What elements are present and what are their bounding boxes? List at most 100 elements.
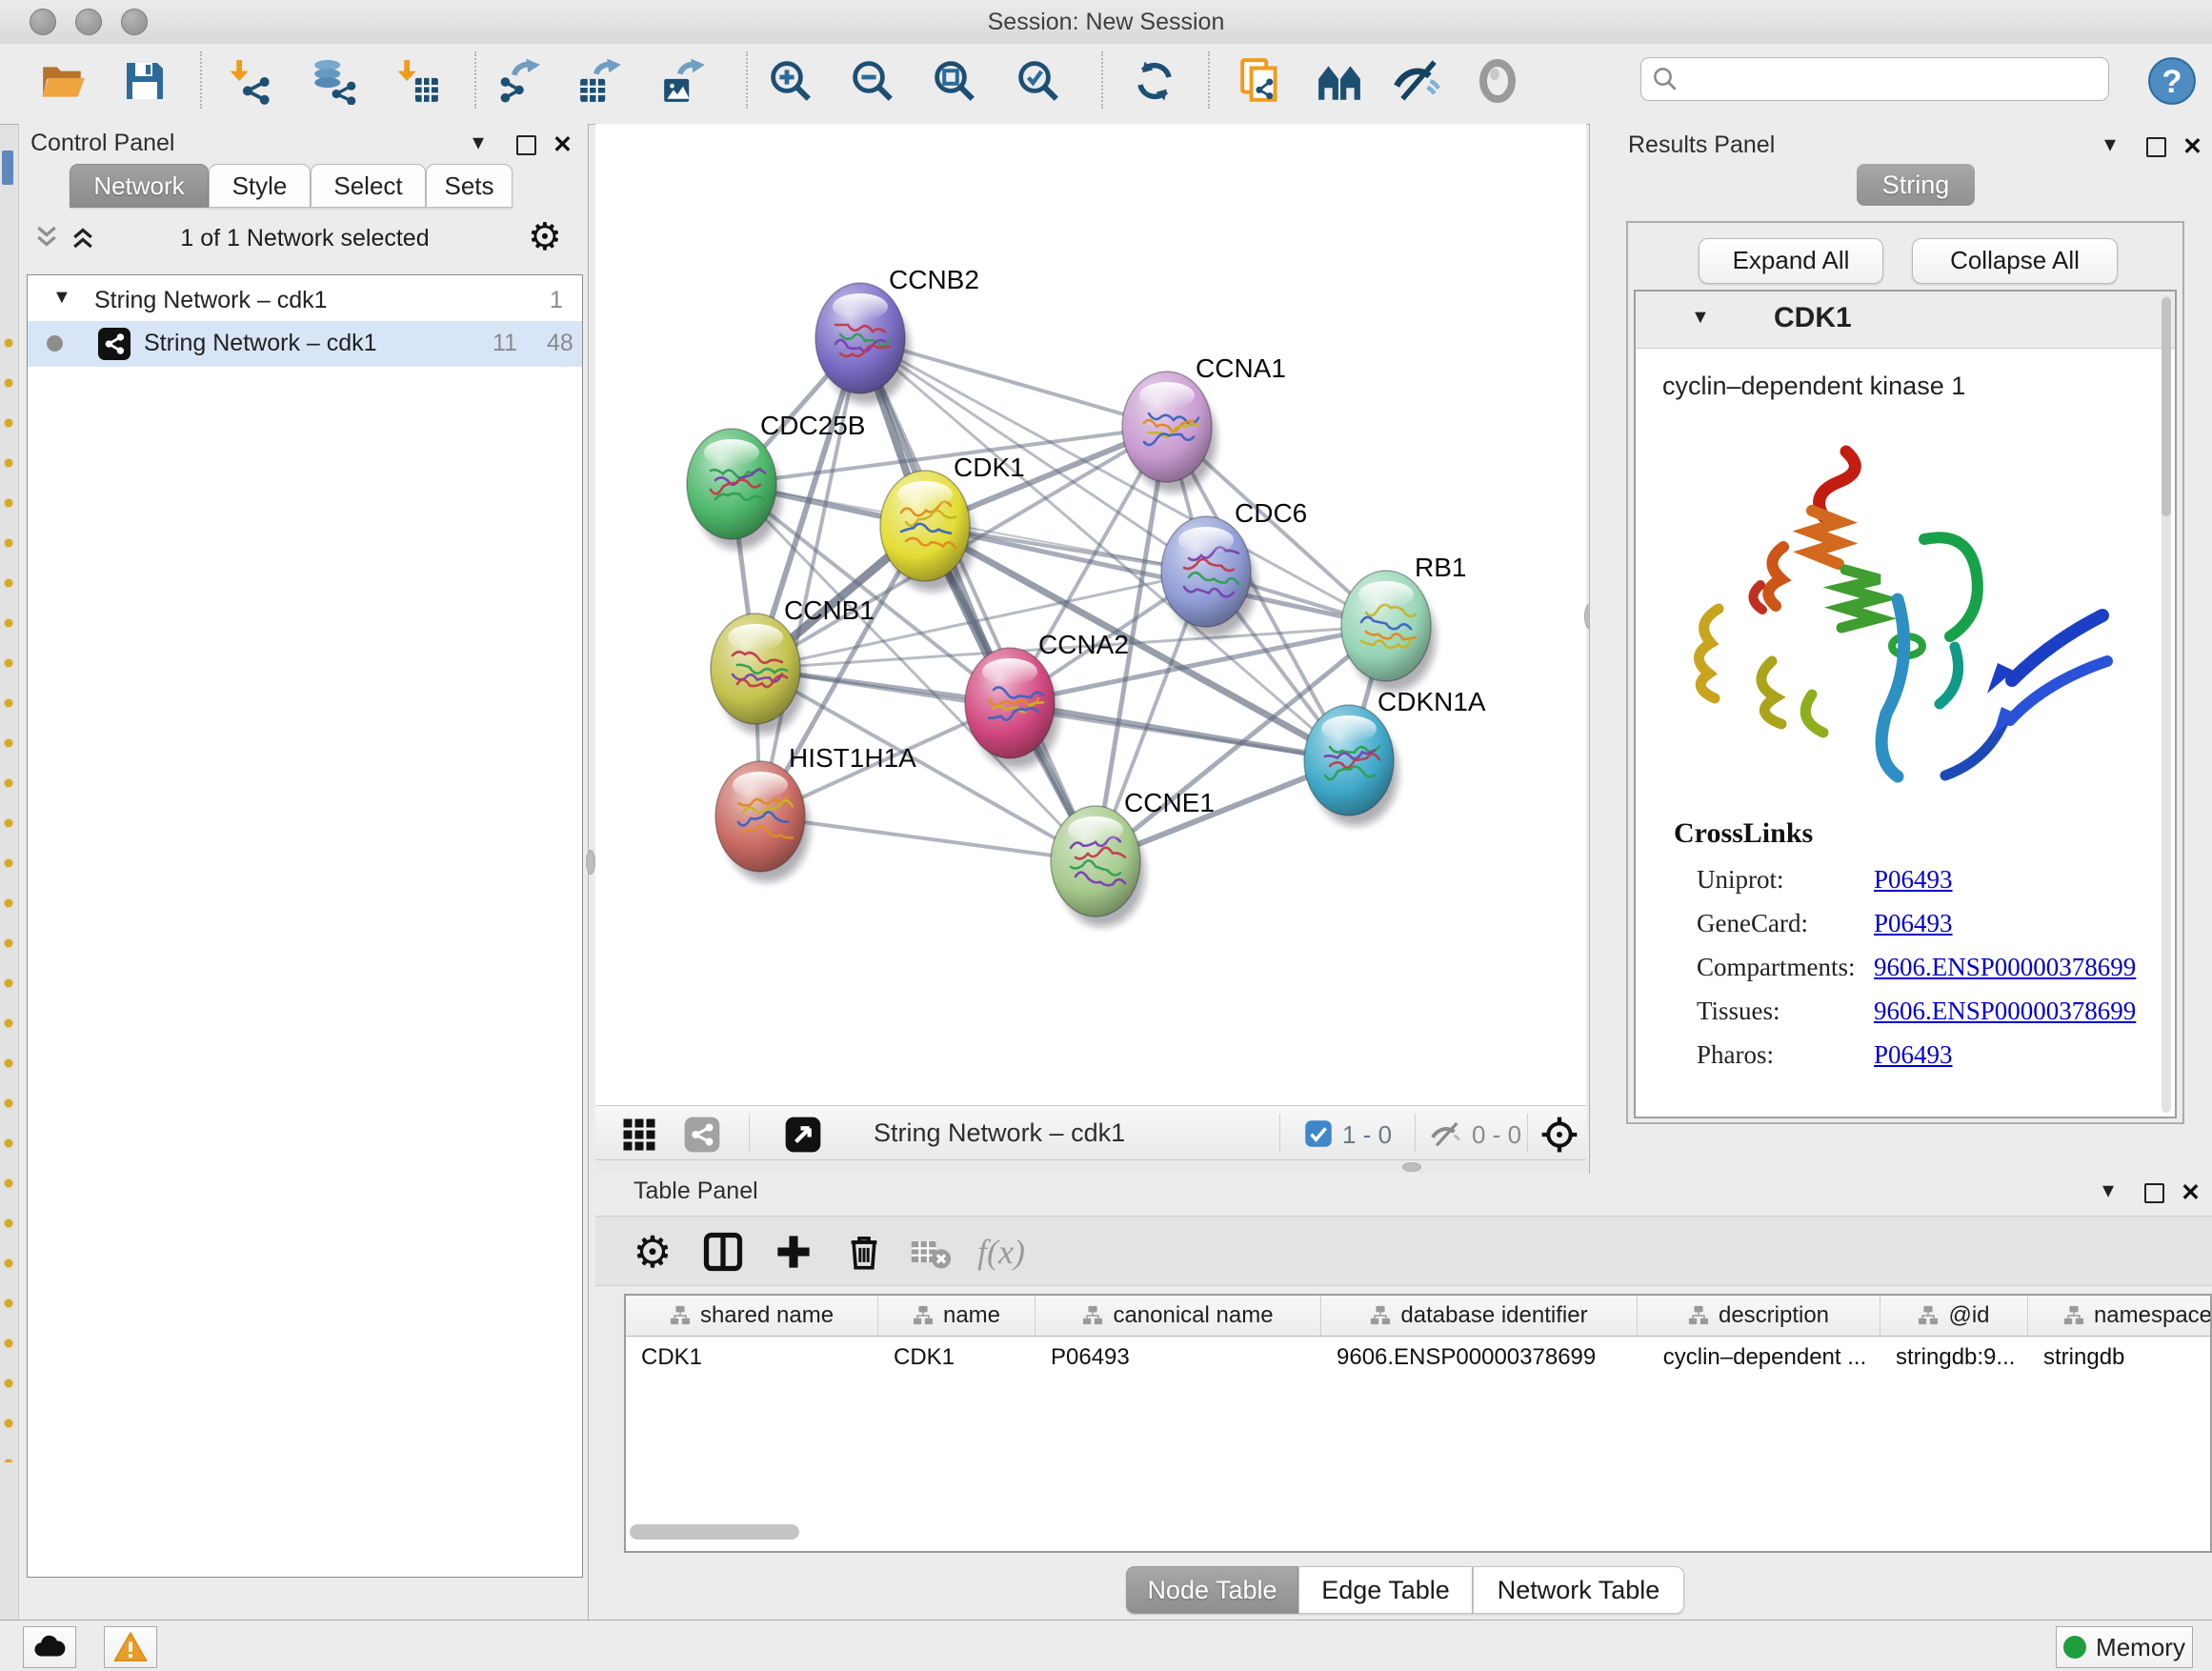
delete-table-button[interactable] xyxy=(902,1224,959,1279)
control-panel: Control Panel ▾ ✕ Network Style Select S… xyxy=(19,124,589,1620)
expand-all-networks-button[interactable] xyxy=(69,223,97,256)
crosslink-genecard-link[interactable]: P06493 xyxy=(1874,909,1953,938)
selected-checkbox[interactable] xyxy=(1304,1119,1333,1153)
show-all-button[interactable] xyxy=(1471,50,1524,112)
help-button[interactable]: ? xyxy=(2145,50,2199,112)
gene-collapse-icon[interactable]: ▼ xyxy=(1691,307,1710,329)
results-panel-close-icon[interactable]: ✕ xyxy=(2182,132,2202,161)
tab-select[interactable]: Select xyxy=(311,164,426,208)
collection-expand-icon[interactable]: ▼ xyxy=(52,287,71,309)
search-input[interactable] xyxy=(1679,65,2083,93)
network-node-ccna1[interactable]: CCNA1 xyxy=(1122,353,1286,493)
results-panel-float-icon[interactable] xyxy=(2146,137,2166,162)
add-column-button[interactable] xyxy=(765,1224,822,1279)
table-options-gear-icon[interactable]: ⚙ xyxy=(624,1224,681,1279)
results-scrollbar-thumb[interactable] xyxy=(2162,297,2171,516)
zoom-selected-button[interactable] xyxy=(1012,50,1065,112)
show-columns-button[interactable] xyxy=(694,1224,752,1279)
crosslink-uniprot-link[interactable]: P06493 xyxy=(1874,865,1953,895)
column-header-name[interactable]: name xyxy=(878,1296,1036,1336)
network-edge-hist1h1a-ccne1[interactable] xyxy=(760,816,1096,861)
zoom-out-button[interactable] xyxy=(846,50,899,112)
tab-network-table[interactable]: Network Table xyxy=(1473,1566,1684,1614)
network-node-rb1[interactable]: RB1 xyxy=(1341,553,1466,692)
memory-button[interactable]: Memory xyxy=(2056,1626,2193,1668)
export-network-button[interactable] xyxy=(493,50,546,112)
network-view-type-button[interactable] xyxy=(683,1116,721,1158)
network-row-selected[interactable]: String Network – cdk1 11 48 xyxy=(28,321,582,367)
cloud-status-button[interactable] xyxy=(23,1626,76,1668)
search-field[interactable] xyxy=(1640,57,2109,101)
tab-sets[interactable]: Sets xyxy=(426,164,513,208)
export-image-button[interactable] xyxy=(657,50,711,112)
refresh-view-button[interactable] xyxy=(1128,50,1181,112)
network-edge-cdk1-rb1[interactable] xyxy=(925,526,1386,626)
column-header-canonical-name[interactable]: canonical name xyxy=(1036,1296,1321,1336)
column-header-description[interactable]: description xyxy=(1638,1296,1880,1336)
table-panel-menu-icon[interactable]: ▾ xyxy=(2102,1179,2114,1202)
import-table-button[interactable] xyxy=(391,50,444,112)
delete-column-button[interactable] xyxy=(835,1224,893,1279)
crosslink-compartments-link[interactable]: 9606.ENSP00000378699 xyxy=(1874,953,2136,982)
panel-resize-grip[interactable] xyxy=(586,850,595,875)
network-canvas[interactable]: CCNB2CCNA1CDC25BCDK1CDC6RB1CCNB1CCNA2CDK… xyxy=(595,124,1586,1105)
save-session-button[interactable] xyxy=(118,50,171,112)
network-node-cdc6[interactable]: CDC6 xyxy=(1161,498,1307,637)
import-network-from-database-button[interactable] xyxy=(307,50,360,112)
crosslink-tissues-link[interactable]: 9606.ENSP00000378699 xyxy=(1874,997,2136,1026)
column-header-database-identifier[interactable]: database identifier xyxy=(1321,1296,1638,1336)
hide-selected-button[interactable] xyxy=(1391,50,1444,112)
control-panel-close-icon[interactable]: ✕ xyxy=(553,131,573,159)
gene-card: ▼ CDK1 cyclin–dependent kinase 1 xyxy=(1634,290,2177,1118)
network-node-ccne1[interactable]: CCNE1 xyxy=(1051,788,1215,927)
tab-edge-table[interactable]: Edge Table xyxy=(1298,1566,1473,1614)
database-icon xyxy=(310,57,357,105)
collapse-all-networks-button[interactable] xyxy=(32,223,61,256)
table-horizontal-scrollbar-thumb[interactable] xyxy=(630,1524,799,1540)
tab-network[interactable]: Network xyxy=(70,164,209,208)
column-header-shared-name[interactable]: shared name xyxy=(626,1296,878,1336)
toolbar-divider xyxy=(1527,1114,1528,1152)
splitter-grip[interactable] xyxy=(1402,1162,1421,1172)
table-panel-float-icon[interactable] xyxy=(2144,1183,2164,1208)
results-scrollbar[interactable] xyxy=(2162,295,2171,1113)
trash-icon xyxy=(845,1233,883,1271)
hidden-items-indicator[interactable] xyxy=(1430,1118,1462,1156)
table-panel-close-icon[interactable]: ✕ xyxy=(2181,1178,2201,1207)
network-node-hist1h1a[interactable]: HIST1H1A xyxy=(715,743,916,882)
tab-node-table[interactable]: Node Table xyxy=(1126,1566,1298,1614)
control-panel-float-icon[interactable] xyxy=(516,135,536,160)
import-network-icon xyxy=(226,57,273,105)
network-view-toolbar: String Network – cdk1 1 - 0 0 - 0 xyxy=(595,1105,1586,1160)
import-network-button[interactable] xyxy=(223,50,276,112)
tab-style[interactable]: Style xyxy=(209,164,311,208)
control-panel-menu-icon[interactable]: ▾ xyxy=(473,131,484,154)
crosslink-label: Compartments: xyxy=(1697,953,1855,982)
network-node-ccnb1[interactable]: CCNB1 xyxy=(711,595,875,735)
network-collection-row[interactable]: ▼ String Network – cdk1 1 xyxy=(28,279,582,321)
network-node-cdkn1a[interactable]: CDKN1A xyxy=(1304,687,1486,826)
fit-selected-button[interactable] xyxy=(1540,1116,1579,1158)
collapse-all-button[interactable]: Collapse All xyxy=(1912,238,2118,284)
cell-name: CDK1 xyxy=(878,1337,1036,1379)
zoom-in-button[interactable] xyxy=(764,50,817,112)
network-node-ccnb2[interactable]: CCNB2 xyxy=(815,265,979,404)
column-header-id[interactable]: @id xyxy=(1880,1296,2028,1336)
gene-card-header[interactable]: ▼ CDK1 xyxy=(1636,292,2175,349)
zoom-fit-button[interactable] xyxy=(928,50,981,112)
results-panel-menu-icon[interactable]: ▾ xyxy=(2104,133,2116,156)
table-row[interactable]: CDK1 CDK1 P06493 9606.ENSP00000378699 cy… xyxy=(626,1337,2210,1379)
crosslink-pharos-link[interactable]: P06493 xyxy=(1874,1040,1953,1070)
warnings-button[interactable] xyxy=(104,1626,157,1668)
copy-network-button[interactable] xyxy=(1235,50,1288,112)
tab-string[interactable]: String xyxy=(1857,164,1975,206)
expand-all-button[interactable]: Expand All xyxy=(1699,238,1883,284)
network-manager-button[interactable] xyxy=(1313,50,1366,112)
grid-view-button[interactable] xyxy=(622,1117,656,1157)
network-options-gear-icon[interactable]: ⚙ xyxy=(528,215,562,259)
export-table-button[interactable] xyxy=(573,50,627,112)
open-session-button[interactable] xyxy=(36,50,90,112)
function-builder-button[interactable]: f(x) xyxy=(973,1224,1030,1279)
birdseye-view-button[interactable] xyxy=(784,1116,822,1158)
column-header-namespace[interactable]: namespace xyxy=(2028,1296,2212,1336)
